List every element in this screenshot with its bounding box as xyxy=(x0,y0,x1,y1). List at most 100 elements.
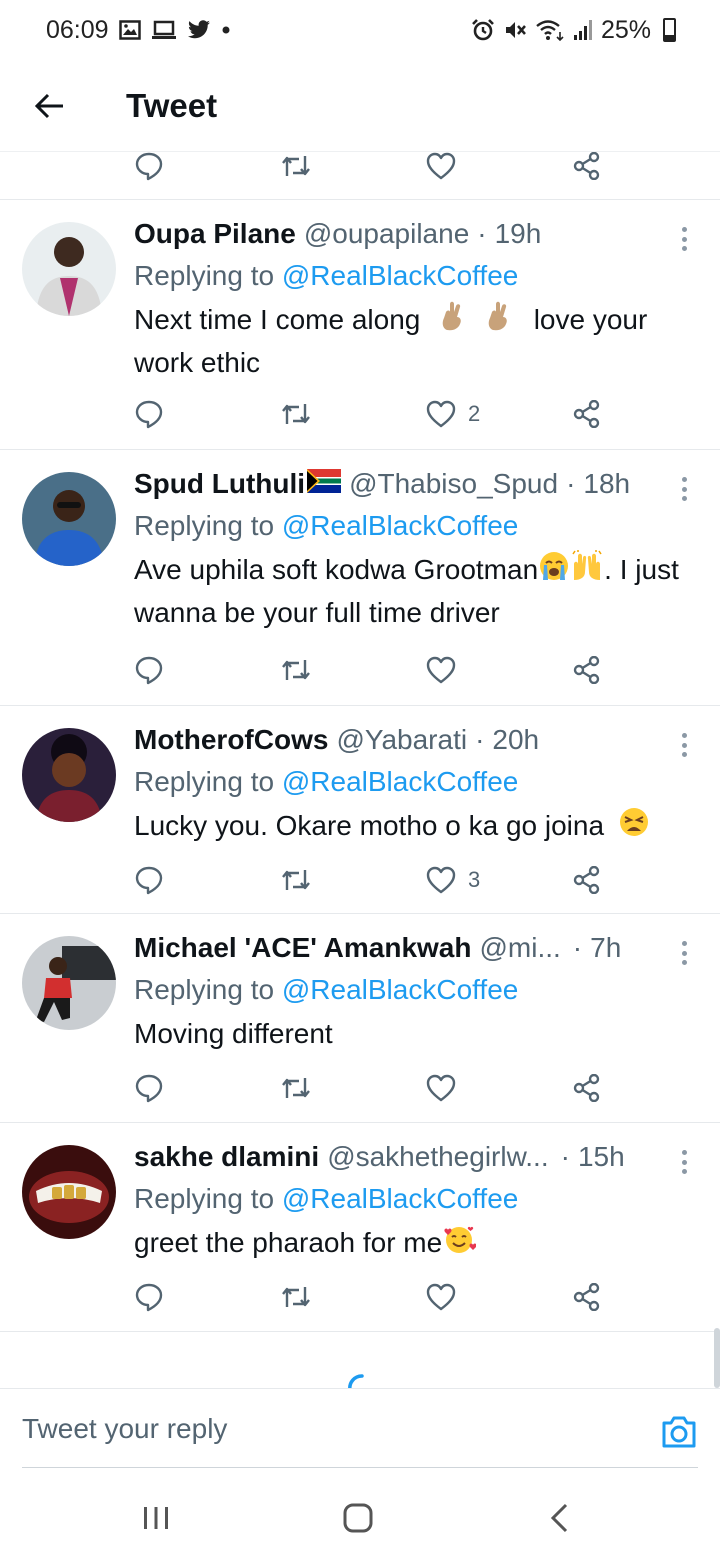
retweet-icon xyxy=(282,156,310,176)
author-handle[interactable]: @mi... xyxy=(479,932,560,964)
share-icon xyxy=(573,1283,600,1311)
battery-icon xyxy=(663,18,676,42)
wifi-icon xyxy=(535,18,565,42)
mention-link[interactable]: @RealBlackCoffee xyxy=(282,260,518,291)
more-options-button[interactable] xyxy=(672,474,696,504)
author-handle[interactable]: @sakhethegirlw... xyxy=(327,1141,548,1173)
share-button[interactable] xyxy=(572,646,602,694)
like-button[interactable]: 2 xyxy=(426,390,480,438)
tweet-actions: 3 xyxy=(0,856,720,904)
like-count: 2 xyxy=(468,401,481,426)
back-button[interactable] xyxy=(0,60,100,152)
retweet-icon xyxy=(282,660,310,680)
reply-tweet[interactable]: Michael 'ACE' Amankwah @mi... · 7h Reply… xyxy=(0,914,720,1122)
tweet-text-part: Lucky you. Okare motho o ka go joina xyxy=(134,810,605,841)
share-button[interactable] xyxy=(572,856,602,904)
scrollbar[interactable] xyxy=(714,1328,720,1388)
share-button[interactable] xyxy=(572,152,602,190)
reply-button[interactable] xyxy=(134,152,164,190)
replying-to-label: Replying to xyxy=(134,766,275,797)
heart-icon xyxy=(426,152,456,180)
avatar[interactable] xyxy=(22,472,116,566)
like-count: 3 xyxy=(468,867,481,892)
system-back-button[interactable] xyxy=(540,1500,580,1536)
avatar[interactable] xyxy=(22,1145,116,1239)
retweet-button[interactable] xyxy=(280,152,312,190)
like-button[interactable] xyxy=(426,646,468,694)
more-options-button[interactable] xyxy=(672,730,696,760)
share-icon xyxy=(573,152,600,180)
tweet-actions-parent xyxy=(0,152,720,200)
timestamp[interactable]: 15h xyxy=(578,1141,625,1173)
author-handle[interactable]: @oupapilane xyxy=(304,218,469,250)
replying-to-line: Replying to @RealBlackCoffee xyxy=(134,258,696,294)
mention-link[interactable]: @RealBlackCoffee xyxy=(282,974,518,1005)
mention-link[interactable]: @RealBlackCoffee xyxy=(282,1183,518,1214)
share-button[interactable] xyxy=(572,1273,602,1321)
tweet-text: Moving different xyxy=(134,1014,690,1054)
share-button[interactable] xyxy=(572,1064,602,1112)
heart-icon xyxy=(426,866,456,894)
reply-button[interactable] xyxy=(134,390,164,438)
replies-feed[interactable]: Oupa Pilane @oupapilane · 19h Replying t… xyxy=(0,152,720,1388)
twitter-icon xyxy=(187,20,211,40)
retweet-button[interactable] xyxy=(280,646,312,694)
retweet-button[interactable] xyxy=(280,1064,312,1112)
mention-link[interactable]: @RealBlackCoffee xyxy=(282,766,518,797)
timestamp[interactable]: 19h xyxy=(495,218,542,250)
reply-button[interactable] xyxy=(134,856,164,904)
author-name[interactable]: Spud Luthuli xyxy=(134,468,305,500)
like-button[interactable] xyxy=(426,1273,468,1321)
reply-icon xyxy=(135,1283,163,1312)
author-handle[interactable]: @Thabiso_Spud xyxy=(349,468,558,500)
retweet-button[interactable] xyxy=(280,1273,312,1321)
reply-button[interactable] xyxy=(134,1273,164,1321)
reply-tweet[interactable]: sakhe dlamini @sakhethegirlw... · 15h Re… xyxy=(0,1123,720,1331)
retweet-icon xyxy=(282,1287,310,1307)
author-name[interactable]: sakhe dlamini xyxy=(134,1141,319,1173)
author-name[interactable]: Oupa Pilane xyxy=(134,218,296,250)
tweet-text: Next time I come along love your work et… xyxy=(134,300,690,383)
alarm-icon xyxy=(471,18,495,42)
camera-button[interactable] xyxy=(660,1413,698,1451)
author-name[interactable]: MotherofCows xyxy=(134,724,328,756)
more-options-button[interactable] xyxy=(672,224,696,254)
like-button[interactable] xyxy=(426,152,456,190)
divider xyxy=(0,1331,720,1332)
mention-link[interactable]: @RealBlackCoffee xyxy=(282,510,518,541)
heart-icon xyxy=(426,1074,456,1102)
avatar[interactable] xyxy=(22,936,116,1030)
like-button[interactable]: 3 xyxy=(426,856,480,904)
reply-tweet[interactable]: MotherofCows @Yabarati · 20h Replying to… xyxy=(0,706,720,912)
raising-hands-emoji xyxy=(570,550,604,593)
replying-to-label: Replying to xyxy=(134,1183,275,1214)
author-name[interactable]: Michael 'ACE' Amankwah xyxy=(134,932,471,964)
author-handle[interactable]: @Yabarati xyxy=(336,724,467,756)
share-button[interactable] xyxy=(572,390,602,438)
crying-face-emoji xyxy=(538,550,570,593)
timestamp[interactable]: 7h xyxy=(590,932,621,964)
camera-icon xyxy=(662,1416,696,1448)
recent-apps-button[interactable] xyxy=(136,1500,176,1536)
avatar[interactable] xyxy=(22,222,116,316)
reply-tweet[interactable]: Spud Luthuli @Thabiso_Spud · 18h Replyin… xyxy=(0,450,720,704)
retweet-button[interactable] xyxy=(280,390,312,438)
like-button[interactable] xyxy=(426,1064,468,1112)
more-options-button[interactable] xyxy=(672,1147,696,1177)
reply-button[interactable] xyxy=(134,1064,164,1112)
retweet-button[interactable] xyxy=(280,856,312,904)
reply-input[interactable] xyxy=(22,1389,622,1469)
more-options-button[interactable] xyxy=(672,938,696,968)
timestamp[interactable]: 20h xyxy=(492,724,539,756)
home-button[interactable] xyxy=(338,1500,378,1536)
mute-icon xyxy=(503,18,527,42)
replying-to-label: Replying to xyxy=(134,510,275,541)
avatar[interactable] xyxy=(22,728,116,822)
tweet-text-part: Next time I come along xyxy=(134,304,421,335)
separator-dot: · xyxy=(560,1141,570,1172)
timestamp[interactable]: 18h xyxy=(583,468,630,500)
heart-icon xyxy=(426,1283,456,1311)
reply-tweet[interactable]: Oupa Pilane @oupapilane · 19h Replying t… xyxy=(0,200,720,448)
share-icon xyxy=(573,656,600,684)
reply-button[interactable] xyxy=(134,646,164,694)
